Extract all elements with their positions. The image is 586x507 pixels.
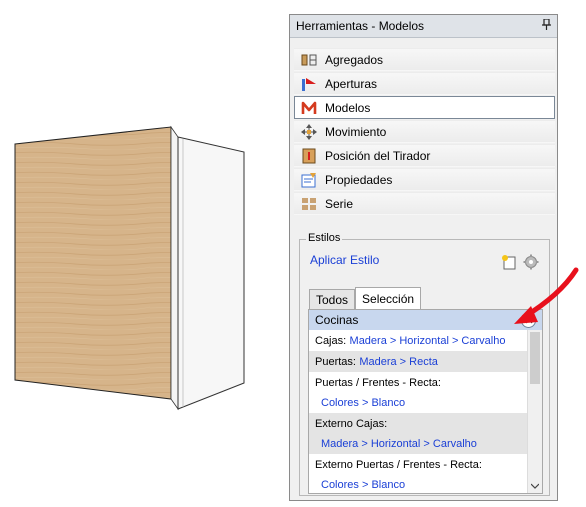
menu-item-posicion-tirador[interactable]: Posición del Tirador [294,144,555,167]
menu-item-serie[interactable]: Serie [294,192,555,215]
tirador-icon [301,148,317,164]
tab-seleccion[interactable]: Selección [355,287,422,309]
new-style-icon[interactable] [501,254,517,273]
externo-cajas-value[interactable]: Madera > Horizontal > Carvalho [321,438,477,450]
cabinet-door-face [14,126,172,400]
list-item-cajas[interactable]: Cajas: Madera > Horizontal > Carvalho [309,330,542,351]
list-item-externo-puertas[interactable]: Externo Puertas / Frentes - Recta: Color… [309,454,542,493]
list-scrollbar[interactable] [527,330,542,493]
puertas-value[interactable]: Madera > Recta [359,356,438,368]
cabinet-door-edge [170,125,179,411]
apply-style-link[interactable]: Aplicar Estilo [310,253,379,267]
menu-item-movimiento[interactable]: Movimiento [294,120,555,143]
gear-icon[interactable] [523,254,539,273]
estilos-legend: Estilos [306,232,343,244]
cabinet-side-panel [177,136,245,410]
cajas-value[interactable]: Madera > Horizontal > Carvalho [350,335,506,347]
externo-puertas-value[interactable]: Colores > Blanco [321,479,405,491]
serie-icon [301,196,317,212]
panel-title-bar: Herramientas - Modelos [290,15,557,38]
estilos-group: Estilos Aplicar Estilo Todos Selección C… [299,232,550,496]
menu-item-aperturas[interactable]: Aperturas [294,72,555,95]
collapse-icon[interactable] [521,312,536,328]
agregados-icon [301,52,317,68]
list-item-externo-cajas[interactable]: Externo Cajas: Madera > Horizontal > Car… [309,413,542,454]
puertas-frentes-value[interactable]: Colores > Blanco [321,397,405,409]
list-item-puertas-frentes[interactable]: Puertas / Frentes - Recta: Colores > Bla… [309,372,542,413]
tab-todos[interactable]: Todos [309,289,356,309]
menu-item-propiedades[interactable]: Propiedades [294,168,555,191]
scroll-down-icon[interactable] [530,481,540,491]
modelos-icon [301,100,317,116]
propiedades-icon [301,172,317,188]
pin-icon[interactable] [542,18,551,33]
group-header-cocinas[interactable]: Cocinas [309,310,542,330]
styles-list: Cocinas Cajas: Madera > Horizontal > Car… [308,309,543,494]
cabinet-3d-preview [14,125,245,411]
aperturas-icon [301,76,317,92]
tools-panel: Herramientas - Modelos Agregados Apertur… [289,14,558,501]
tools-menu: Agregados Aperturas Modelos Movimiento P… [294,48,555,216]
style-tabs: Todos Selección [309,287,422,309]
panel-title: Herramientas - Modelos [296,19,425,33]
list-item-puertas[interactable]: Puertas: Madera > Recta [309,351,542,372]
movimiento-icon [301,123,317,140]
menu-item-agregados[interactable]: Agregados [294,48,555,71]
scrollbar-thumb[interactable] [530,332,540,384]
menu-item-modelos[interactable]: Modelos [294,96,555,119]
